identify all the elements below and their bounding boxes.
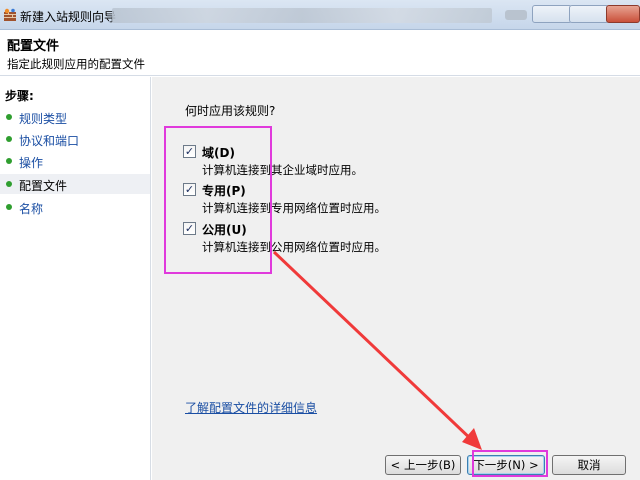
step-protocol-ports[interactable]: 协议和端口 [0, 129, 150, 149]
maximize-button[interactable] [569, 5, 609, 23]
firewall-icon [4, 8, 16, 21]
redacted-title-area [112, 8, 492, 23]
apply-question: 何时应用该规则? [185, 104, 276, 118]
redacted-title-area-2 [505, 10, 527, 20]
step-dot-icon [6, 181, 12, 187]
step-dot-icon [6, 136, 12, 142]
minimize-button[interactable] [532, 5, 572, 23]
step-label: 规则类型 [19, 112, 68, 126]
steps-panel: 步骤: 规则类型 协议和端口 操作 配置文件 名称 [0, 77, 151, 480]
annotation-highlight-next [472, 450, 548, 477]
step-label: 名称 [19, 202, 44, 216]
step-label: 配置文件 [19, 179, 68, 193]
step-name[interactable]: 名称 [0, 197, 150, 217]
wizard-header: 配置文件 指定此规则应用的配置文件 [0, 31, 640, 76]
title-bar: 新建入站规则向导 [0, 0, 640, 30]
steps-label: 步骤: [5, 89, 34, 103]
step-dot-icon [6, 114, 12, 120]
page-title: 配置文件 [7, 39, 60, 54]
step-profile[interactable]: 配置文件 [0, 174, 150, 194]
window-title: 新建入站规则向导 [20, 10, 117, 24]
step-rule-type[interactable]: 规则类型 [0, 107, 150, 127]
annotation-highlight-options [164, 126, 272, 274]
step-dot-icon [6, 204, 12, 210]
close-button[interactable] [606, 5, 640, 23]
step-label: 协议和端口 [19, 134, 80, 148]
learn-more-link[interactable]: 了解配置文件的详细信息 [185, 399, 317, 416]
step-action[interactable]: 操作 [0, 151, 150, 171]
step-dot-icon [6, 158, 12, 164]
cancel-button[interactable]: 取消 [552, 455, 626, 475]
page-description: 指定此规则应用的配置文件 [7, 57, 145, 71]
back-button[interactable]: < 上一步(B) [385, 455, 461, 475]
step-label: 操作 [19, 156, 44, 170]
